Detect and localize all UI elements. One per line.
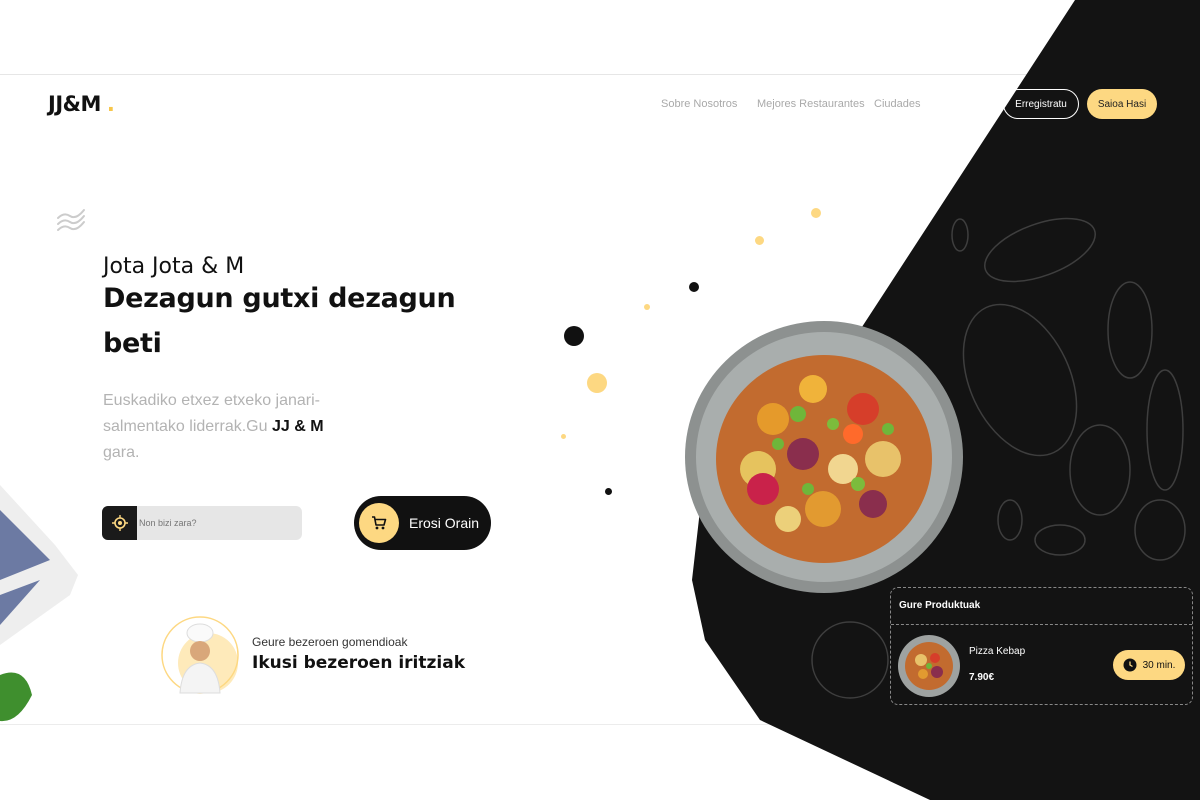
- product-price: 7.90€: [969, 672, 995, 683]
- hero-description: Euskadiko etxez etxeko janari-salmentako…: [103, 388, 393, 466]
- reviews-link[interactable]: Ikusi bezeroen iritziak: [252, 653, 465, 673]
- logo-text: JJ&M: [48, 92, 101, 116]
- buy-now-button[interactable]: Erosi Orain: [354, 496, 491, 550]
- decoration-dot: [587, 373, 607, 393]
- nav-mejores-restaurantes[interactable]: Mejores Restaurantes: [757, 98, 865, 110]
- food-bowl-image: [685, 321, 963, 593]
- buy-now-label: Erosi Orain: [409, 515, 480, 531]
- nav-ciudades[interactable]: Ciudades: [874, 98, 920, 110]
- products-card-title: Gure Produktuak: [899, 600, 981, 611]
- wave-decoration-icon: [57, 209, 85, 231]
- decoration-dot: [605, 488, 612, 495]
- clock-icon: [1123, 658, 1137, 672]
- products-card: Gure Produktuak Pizza Kebap 7.90€ 30 min…: [890, 587, 1193, 705]
- cart-icon: [359, 503, 399, 543]
- hero-description-brand: JJ & M: [271, 418, 324, 435]
- decoration-dot: [811, 208, 821, 218]
- delivery-time-badge: 30 min.: [1113, 650, 1185, 680]
- decoration-dot: [755, 236, 764, 245]
- register-button[interactable]: Erregistratu: [1003, 89, 1079, 119]
- delivery-time-text: 30 min.: [1142, 659, 1176, 671]
- decoration-dot: [644, 304, 650, 310]
- logo[interactable]: JJ&M.: [48, 92, 115, 116]
- login-button[interactable]: Saioa Hasi: [1087, 89, 1157, 119]
- decoration-dot: [689, 282, 699, 292]
- product-name: Pizza Kebap: [969, 646, 1026, 657]
- nav-sobre-nosotros[interactable]: Sobre Nosotros: [661, 98, 737, 110]
- hero-description-end: gara.: [103, 444, 140, 461]
- napkin-decoration: [0, 485, 78, 722]
- decoration-dot: [561, 434, 566, 439]
- hero-title: Dezagun gutxi dezagun beti: [103, 283, 456, 359]
- location-search: [102, 506, 302, 540]
- products-card-divider: [891, 624, 1192, 625]
- reviews-subtitle: Geure bezeroen gomendioak: [252, 635, 408, 649]
- location-input[interactable]: [137, 506, 302, 540]
- decoration-dot: [564, 326, 584, 346]
- location-target-icon[interactable]: [102, 506, 137, 540]
- chef-avatar[interactable]: [160, 615, 240, 695]
- logo-dot: .: [106, 92, 115, 116]
- product-thumbnail[interactable]: [897, 634, 961, 698]
